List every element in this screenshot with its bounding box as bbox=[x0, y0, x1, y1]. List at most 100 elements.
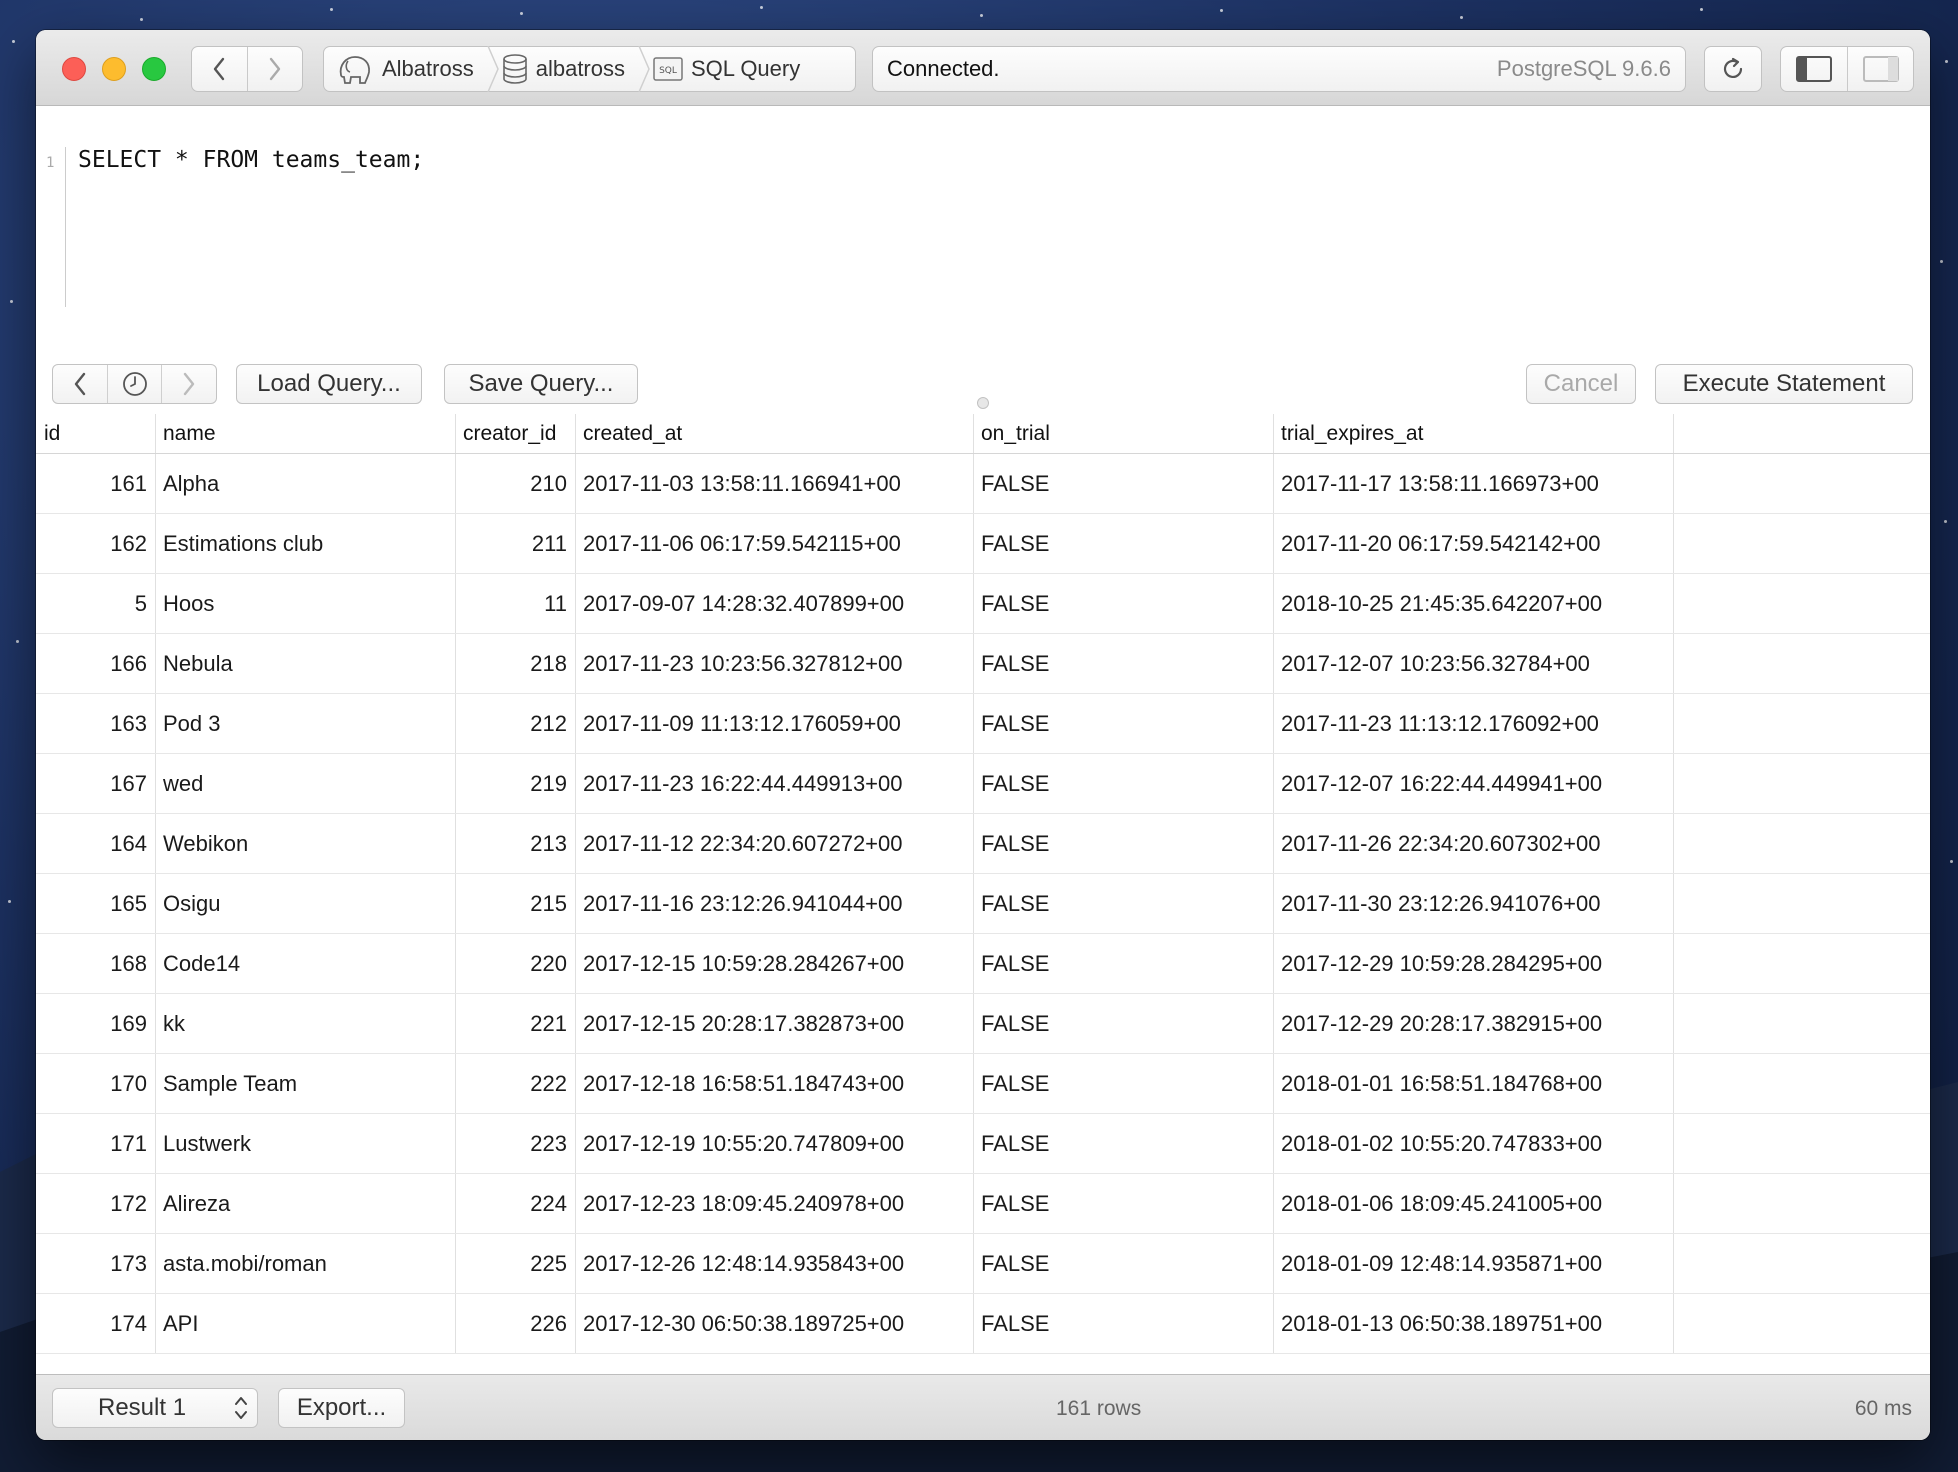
cell-created-at[interactable]: 2017-11-16 23:12:26.941044+00 bbox=[575, 874, 973, 933]
cell-trial-expires-at[interactable]: 2017-11-23 11:13:12.176092+00 bbox=[1273, 694, 1673, 753]
cell-on-trial[interactable]: FALSE bbox=[973, 754, 1273, 813]
cell-trial-expires-at[interactable]: 2018-01-01 16:58:51.184768+00 bbox=[1273, 1054, 1673, 1113]
cell-on-trial[interactable]: FALSE bbox=[973, 454, 1273, 513]
cell-created-at[interactable]: 2017-12-15 20:28:17.382873+00 bbox=[575, 994, 973, 1053]
cell-trial-expires-at[interactable]: 2017-12-29 10:59:28.284295+00 bbox=[1273, 934, 1673, 993]
cell-creator-id[interactable]: 218 bbox=[455, 634, 575, 693]
cell-name[interactable]: Pod 3 bbox=[155, 694, 455, 753]
cell-name[interactable]: Lustwerk bbox=[155, 1114, 455, 1173]
cell-on-trial[interactable]: FALSE bbox=[973, 934, 1273, 993]
result-set-selector[interactable]: Result 1 bbox=[52, 1388, 258, 1428]
cell-id[interactable]: 165 bbox=[36, 874, 155, 933]
cell-trial-expires-at[interactable]: 2018-10-25 21:45:35.642207+00 bbox=[1273, 574, 1673, 633]
cell-trial-expires-at[interactable]: 2017-12-07 16:22:44.449941+00 bbox=[1273, 754, 1673, 813]
cell-id[interactable]: 170 bbox=[36, 1054, 155, 1113]
cell-id[interactable]: 161 bbox=[36, 454, 155, 513]
sql-editor[interactable]: 1 SELECT * FROM teams_team; bbox=[36, 107, 1930, 347]
table-row[interactable]: 167 wed 219 2017-11-23 16:22:44.449913+00 FA… bbox=[36, 754, 1930, 814]
breadcrumb-database[interactable]: albatross bbox=[502, 47, 635, 91]
cell-created-at[interactable]: 2017-12-30 06:50:38.189725+00 bbox=[575, 1294, 973, 1353]
table-row[interactable]: 163 Pod 3 212 2017-11-09 11:13:12.176059+00… bbox=[36, 694, 1930, 754]
cell-trial-expires-at[interactable]: 2018-01-13 06:50:38.189751+00 bbox=[1273, 1294, 1673, 1353]
table-row[interactable]: 168 Code14 220 2017-12-15 10:59:28.284267+0… bbox=[36, 934, 1930, 994]
zoom-window-button[interactable] bbox=[142, 57, 166, 81]
cell-creator-id[interactable]: 219 bbox=[455, 754, 575, 813]
close-window-button[interactable] bbox=[62, 57, 86, 81]
table-row[interactable]: 5 Hoos 11 2017-09-07 14:28:32.407899+00 FALS… bbox=[36, 574, 1930, 634]
table-row[interactable]: 172 Alireza 224 2017-12-23 18:09:45.240978+… bbox=[36, 1174, 1930, 1234]
cell-creator-id[interactable]: 222 bbox=[455, 1054, 575, 1113]
cell-on-trial[interactable]: FALSE bbox=[973, 994, 1273, 1053]
cell-trial-expires-at[interactable]: 2017-11-26 22:34:20.607302+00 bbox=[1273, 814, 1673, 873]
cell-on-trial[interactable]: FALSE bbox=[973, 1234, 1273, 1293]
cell-created-at[interactable]: 2017-11-23 10:23:56.327812+00 bbox=[575, 634, 973, 693]
breadcrumb-connection[interactable]: Albatross bbox=[336, 47, 484, 91]
cell-creator-id[interactable]: 211 bbox=[455, 514, 575, 573]
cell-id[interactable]: 169 bbox=[36, 994, 155, 1053]
sql-query-text[interactable]: SELECT * FROM teams_team; bbox=[78, 147, 424, 173]
cell-name[interactable]: Code14 bbox=[155, 934, 455, 993]
cell-on-trial[interactable]: FALSE bbox=[973, 1114, 1273, 1173]
toggle-left-panel-button[interactable] bbox=[1781, 47, 1847, 91]
export-button[interactable]: Export... bbox=[278, 1388, 405, 1428]
cell-created-at[interactable]: 2017-11-12 22:34:20.607272+00 bbox=[575, 814, 973, 873]
cell-on-trial[interactable]: FALSE bbox=[973, 574, 1273, 633]
cell-created-at[interactable]: 2017-11-06 06:17:59.542115+00 bbox=[575, 514, 973, 573]
cell-id[interactable]: 163 bbox=[36, 694, 155, 753]
cell-id[interactable]: 168 bbox=[36, 934, 155, 993]
table-row[interactable]: 161 Alpha 210 2017-11-03 13:58:11.166941+00… bbox=[36, 454, 1930, 514]
cell-created-at[interactable]: 2017-11-09 11:13:12.176059+00 bbox=[575, 694, 973, 753]
cell-created-at[interactable]: 2017-12-18 16:58:51.184743+00 bbox=[575, 1054, 973, 1113]
cell-name[interactable]: Hoos bbox=[155, 574, 455, 633]
cell-name[interactable]: Osigu bbox=[155, 874, 455, 933]
cell-trial-expires-at[interactable]: 2017-12-29 20:28:17.382915+00 bbox=[1273, 994, 1673, 1053]
cell-name[interactable]: Sample Team bbox=[155, 1054, 455, 1113]
cell-created-at[interactable]: 2017-11-03 13:58:11.166941+00 bbox=[575, 454, 973, 513]
cell-id[interactable]: 172 bbox=[36, 1174, 155, 1233]
cell-id[interactable]: 162 bbox=[36, 514, 155, 573]
cell-on-trial[interactable]: FALSE bbox=[973, 1054, 1273, 1113]
column-header-on-trial[interactable]: on_trial bbox=[973, 414, 1273, 453]
cell-name[interactable]: Alireza bbox=[155, 1174, 455, 1233]
cell-name[interactable]: asta.mobi/roman bbox=[155, 1234, 455, 1293]
cell-created-at[interactable]: 2017-12-23 18:09:45.240978+00 bbox=[575, 1174, 973, 1233]
cell-id[interactable]: 166 bbox=[36, 634, 155, 693]
cell-creator-id[interactable]: 221 bbox=[455, 994, 575, 1053]
cell-trial-expires-at[interactable]: 2017-11-20 06:17:59.542142+00 bbox=[1273, 514, 1673, 573]
execute-statement-button[interactable]: Execute Statement bbox=[1655, 364, 1913, 404]
cell-on-trial[interactable]: FALSE bbox=[973, 814, 1273, 873]
cell-on-trial[interactable]: FALSE bbox=[973, 1174, 1273, 1233]
cell-created-at[interactable]: 2017-12-19 10:55:20.747809+00 bbox=[575, 1114, 973, 1173]
history-forward-button[interactable] bbox=[161, 365, 216, 403]
table-row[interactable]: 164 Webikon 213 2017-11-12 22:34:20.607272+… bbox=[36, 814, 1930, 874]
cell-name[interactable]: Estimations club bbox=[155, 514, 455, 573]
cell-creator-id[interactable]: 212 bbox=[455, 694, 575, 753]
split-handle[interactable] bbox=[977, 397, 989, 409]
cell-creator-id[interactable]: 213 bbox=[455, 814, 575, 873]
table-row[interactable]: 165 Osigu 215 2017-11-16 23:12:26.941044+00… bbox=[36, 874, 1930, 934]
cell-trial-expires-at[interactable]: 2018-01-09 12:48:14.935871+00 bbox=[1273, 1234, 1673, 1293]
cell-id[interactable]: 173 bbox=[36, 1234, 155, 1293]
cell-creator-id[interactable]: 223 bbox=[455, 1114, 575, 1173]
cell-name[interactable]: Alpha bbox=[155, 454, 455, 513]
column-header-creator-id[interactable]: creator_id bbox=[455, 414, 575, 453]
cell-creator-id[interactable]: 215 bbox=[455, 874, 575, 933]
forward-button[interactable] bbox=[246, 47, 302, 91]
cell-creator-id[interactable]: 11 bbox=[455, 574, 575, 633]
cell-created-at[interactable]: 2017-12-26 12:48:14.935843+00 bbox=[575, 1234, 973, 1293]
cell-created-at[interactable]: 2017-11-23 16:22:44.449913+00 bbox=[575, 754, 973, 813]
cell-on-trial[interactable]: FALSE bbox=[973, 514, 1273, 573]
history-back-button[interactable] bbox=[53, 365, 107, 403]
cell-id[interactable]: 174 bbox=[36, 1294, 155, 1353]
cell-name[interactable]: kk bbox=[155, 994, 455, 1053]
table-row[interactable]: 166 Nebula 218 2017-11-23 10:23:56.327812+0… bbox=[36, 634, 1930, 694]
cell-creator-id[interactable]: 225 bbox=[455, 1234, 575, 1293]
column-header-trial-expires-at[interactable]: trial_expires_at bbox=[1273, 414, 1673, 453]
cell-creator-id[interactable]: 226 bbox=[455, 1294, 575, 1353]
table-row[interactable]: 169 kk 221 2017-12-15 20:28:17.382873+00 FAL… bbox=[36, 994, 1930, 1054]
cell-creator-id[interactable]: 224 bbox=[455, 1174, 575, 1233]
cell-on-trial[interactable]: FALSE bbox=[973, 634, 1273, 693]
load-query-button[interactable]: Load Query... bbox=[236, 364, 422, 404]
breadcrumb-sql-query[interactable]: SQL SQL Query bbox=[653, 47, 810, 91]
cancel-button[interactable]: Cancel bbox=[1526, 364, 1636, 404]
